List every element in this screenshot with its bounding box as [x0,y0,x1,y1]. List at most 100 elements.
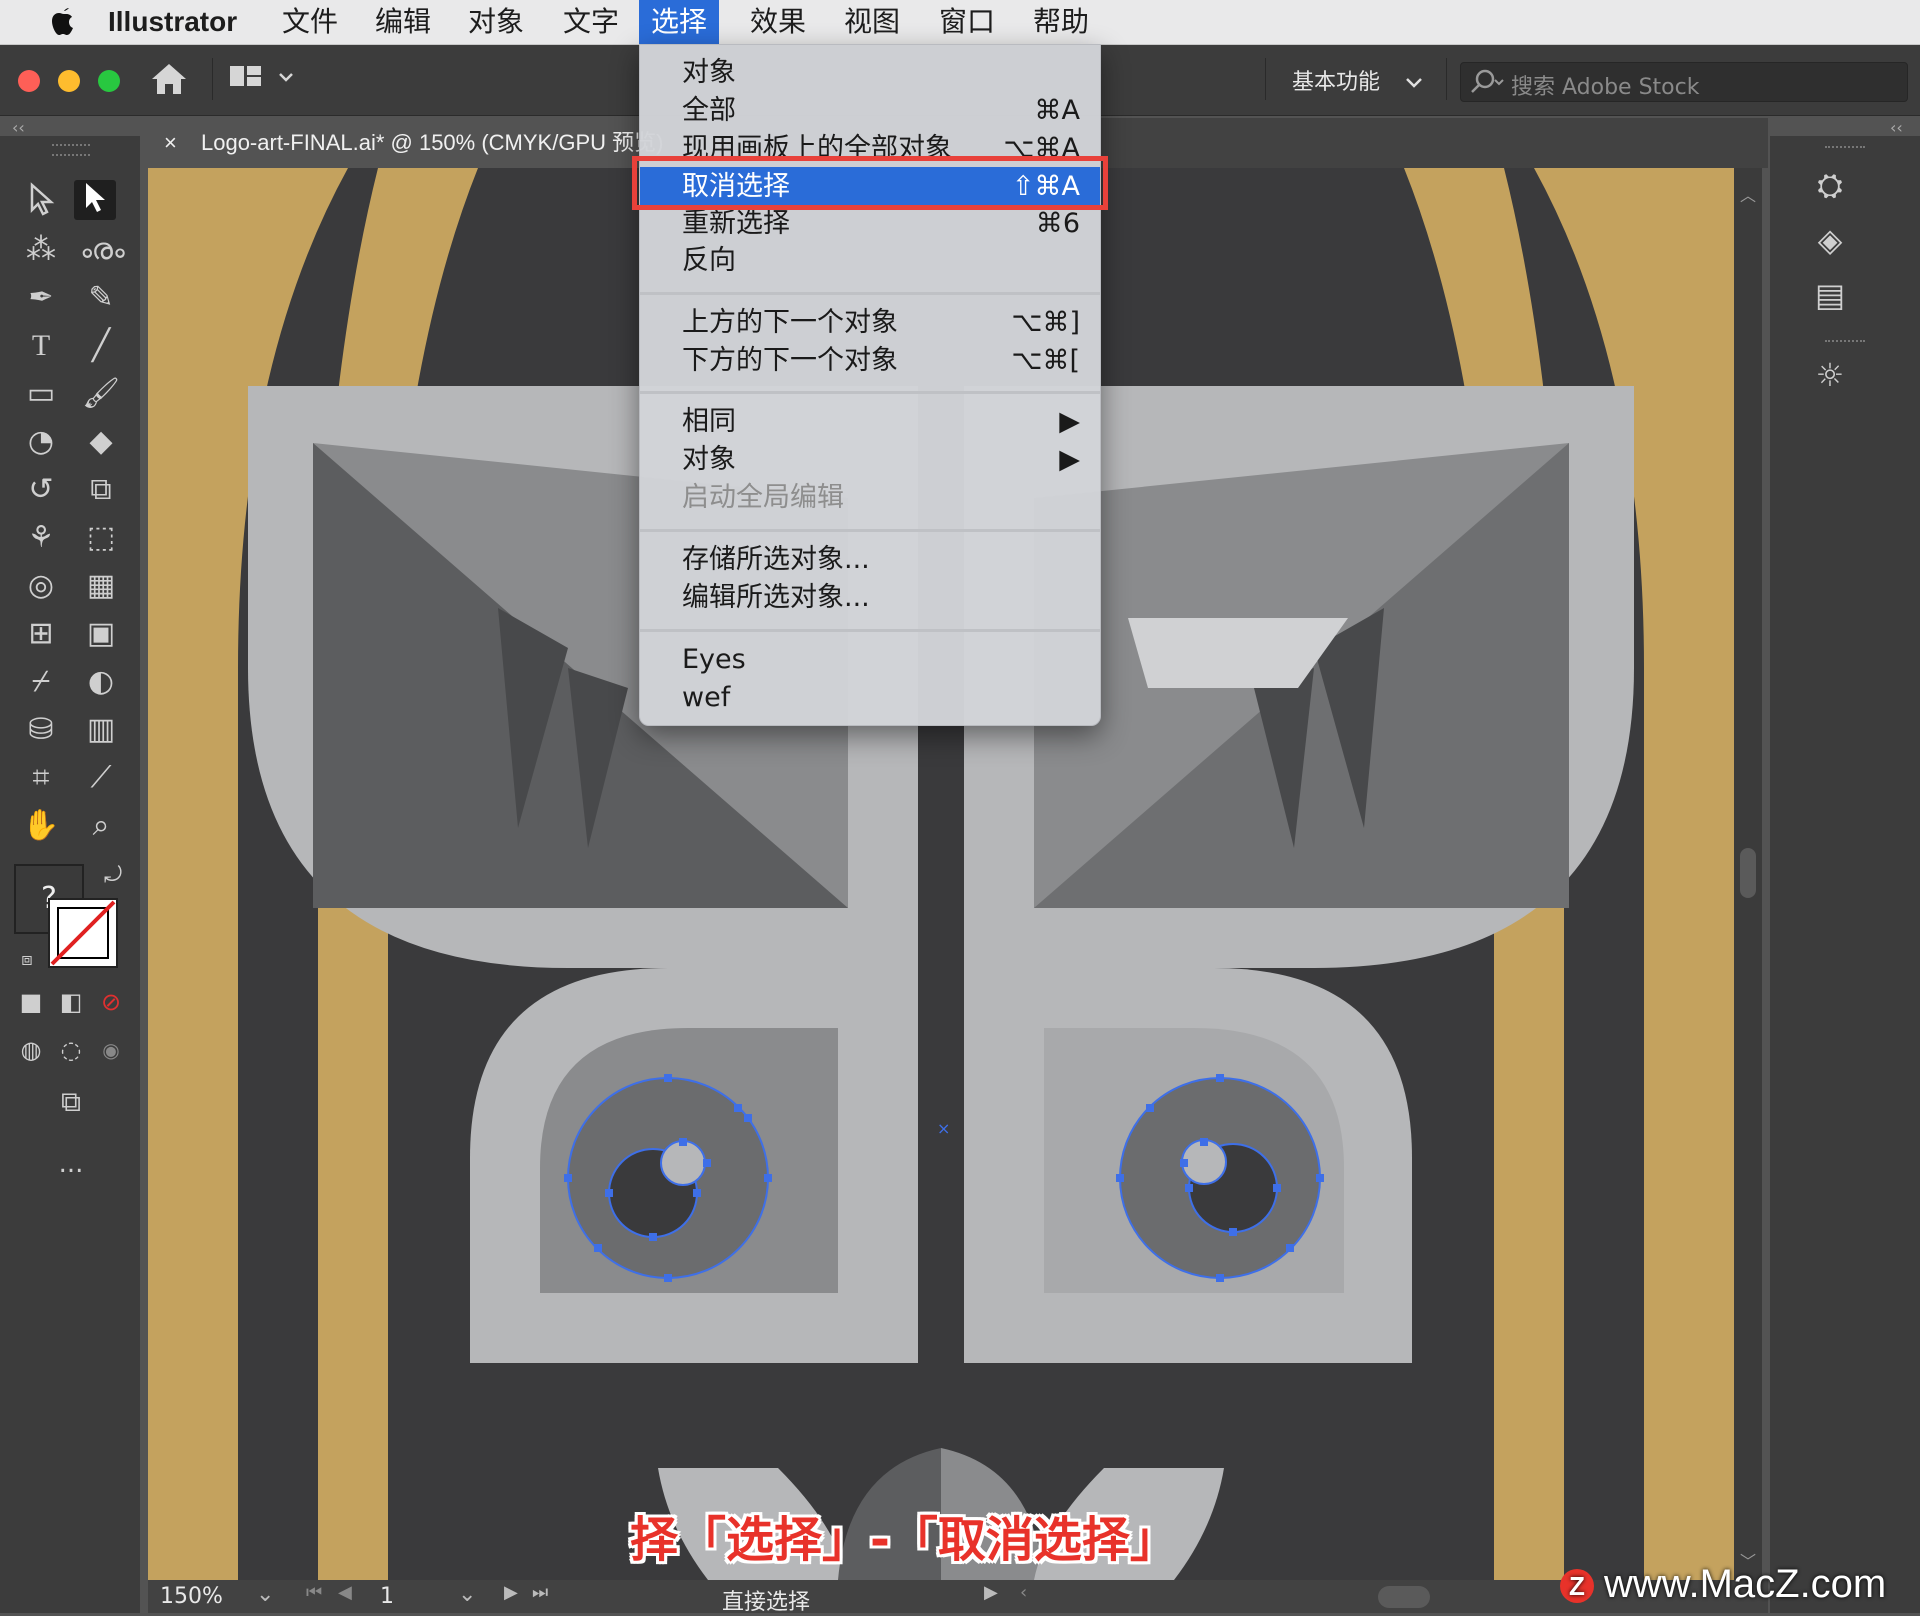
gradient-mode-icon[interactable]: ◧ [50,982,92,1022]
mac-menubar: Illustrator 文件 编辑 对象 文字 选择 效果 视图 窗口 帮助 [0,0,1920,45]
zoom-dropdown-icon[interactable]: ⌄ [256,1582,274,1607]
blend-tool-icon[interactable]: ◐ [80,662,122,702]
collapse-panels-icon[interactable]: ‹‹ [1890,118,1903,137]
width-tool-icon[interactable]: ⚘ [20,518,62,558]
previous-artboard-icon[interactable]: ◀ [338,1582,352,1603]
pen-tool-icon[interactable]: ✒ [20,278,62,318]
screen-mode-icon[interactable]: ⧉ [50,1082,92,1122]
shape-builder-tool-icon[interactable]: ◎ [20,566,62,606]
menu-item-next-object-above[interactable]: 上方的下一个对象 ⌥⌘] [640,304,1100,342]
close-window-button[interactable] [18,70,40,92]
artboard-tool-icon[interactable]: ⌗ [20,758,62,798]
magic-wand-tool-icon[interactable]: ⁂ [20,230,62,270]
vertical-scrollbar[interactable]: ︿ ﹀ [1734,168,1762,1580]
stroke-swatch-none[interactable] [48,898,118,968]
next-artboard-icon[interactable]: ▶ [504,1582,518,1603]
menu-edit[interactable]: 编辑 [363,0,443,44]
paintbrush-tool-icon[interactable]: 🖌 [80,374,122,414]
menu-file[interactable]: 文件 [270,0,350,44]
adobe-stock-search-input[interactable]: 搜索 Adobe Stock [1460,62,1908,102]
menu-item-object[interactable]: 对象 [640,54,1100,92]
workspace-switcher[interactable]: 基本功能 [1292,64,1423,96]
collapse-toolbar-icon[interactable]: ‹‹ [12,118,25,137]
free-transform-tool-icon[interactable]: ⬚ [80,518,122,558]
gradient-tool-icon[interactable]: ▣ [80,614,122,654]
document-tab[interactable]: × Logo-art-FINAL.ai* @ 150% (CMYK/GPU 预览… [148,118,682,168]
menu-view[interactable]: 视图 [832,0,912,44]
zoom-window-button[interactable] [98,70,120,92]
perspective-grid-tool-icon[interactable]: ▦ [80,566,122,606]
apple-menu-icon[interactable] [38,0,90,44]
column-graph-tool-icon[interactable]: ▥ [80,710,122,750]
menu-item-inverse[interactable]: 反向 [640,242,1100,280]
swap-fill-stroke-icon[interactable]: ⤾ [92,856,134,896]
scroll-thumb[interactable] [1740,848,1756,898]
home-icon[interactable] [150,62,188,104]
menu-item-saved-selection-eyes[interactable]: Eyes [640,641,1100,679]
first-artboard-icon[interactable]: ⏮ [306,1582,322,1603]
draw-normal-icon[interactable]: ◍ [10,1030,52,1070]
eyedropper-tool-icon[interactable]: ⌿ [20,662,62,702]
zoom-level[interactable]: 150% [160,1584,223,1609]
menu-object[interactable]: 对象 [456,0,536,44]
close-tab-icon[interactable]: × [164,130,177,155]
menu-item-saved-selection-wef[interactable]: wef [640,679,1100,717]
horizontal-scroll-thumb[interactable] [1378,1586,1430,1608]
menu-item-select-all[interactable]: 全部 ⌘A [640,92,1100,130]
right-panel-dock: ⛭ ◈ ▤ ☼ [1770,136,1920,1613]
scroll-up-icon[interactable]: ︿ [1740,182,1756,206]
selection-tool-icon[interactable] [20,182,62,222]
last-artboard-icon[interactable]: ⏭ [532,1582,548,1603]
color-mode-icon[interactable]: ■ [10,982,52,1022]
direct-selection-tool-icon[interactable] [74,180,116,220]
menu-item-reselect[interactable]: 重新选择 ⌘6 [640,205,1100,243]
draw-behind-icon[interactable]: ◌ [50,1030,92,1070]
arrange-documents-icon[interactable] [228,62,298,100]
menu-item-edit-selection[interactable]: 编辑所选对象... [640,579,1100,617]
eraser-tool-icon[interactable]: ◆ [80,422,122,462]
menu-type[interactable]: 文字 [551,0,631,44]
panel-grip[interactable] [1825,340,1865,348]
menu-item-object-submenu[interactable]: 对象 ▶ [640,441,1100,479]
submenu-arrow-icon: ▶ [1059,406,1080,437]
line-segment-tool-icon[interactable]: ╱ [80,326,122,366]
svg-text:×: × [937,1119,950,1138]
lasso-tool-icon[interactable]: ൟ [80,230,125,270]
status-menu-icon[interactable]: ▶ [984,1582,998,1603]
symbol-sprayer-tool-icon[interactable]: ⛁ [20,710,62,750]
menu-window[interactable]: 窗口 [927,0,1007,44]
separator [212,58,213,100]
menu-effect[interactable]: 效果 [738,0,818,44]
slice-tool-icon[interactable]: ⟋ [80,758,122,798]
mesh-tool-icon[interactable]: ⊞ [20,614,62,654]
shaper-tool-icon[interactable]: ◔ [20,422,62,462]
artboard-number[interactable]: 1 [380,1584,394,1609]
current-tool-label: 直接选择 [722,1590,811,1615]
zoom-tool-icon[interactable]: ⌕ [80,806,122,846]
artboard-dropdown-icon[interactable]: ⌄ [458,1582,476,1607]
appearance-panel-icon[interactable]: ☼ [1805,356,1855,400]
menu-item-save-selection[interactable]: 存储所选对象... [640,541,1100,579]
default-fill-stroke-icon[interactable]: ⧈ [6,940,48,980]
libraries-panel-icon[interactable]: ▤ [1805,276,1855,320]
menu-item-same-submenu[interactable]: 相同 ▶ [640,403,1100,441]
toolbar-grip[interactable] [52,144,90,156]
menu-help[interactable]: 帮助 [1021,0,1101,44]
hand-tool-icon[interactable]: ✋ [20,806,62,846]
rotate-tool-icon[interactable]: ↺ [20,470,62,510]
menu-item-next-object-below[interactable]: 下方的下一个对象 ⌥⌘[ [640,342,1100,380]
rectangle-tool-icon[interactable]: ▭ [20,374,62,414]
none-mode-icon[interactable]: ⊘ [90,982,132,1022]
menu-select[interactable]: 选择 [639,0,720,44]
draw-inside-icon[interactable]: ◉ [90,1030,132,1070]
scroll-left-icon[interactable]: ‹ [1020,1582,1027,1603]
layers-panel-icon[interactable]: ◈ [1805,221,1855,265]
minimize-window-button[interactable] [58,70,80,92]
properties-panel-icon[interactable]: ⛭ [1805,166,1855,210]
type-tool-icon[interactable]: T [20,326,62,366]
curvature-tool-icon[interactable]: ✎ [80,278,122,318]
app-menu-illustrator[interactable]: Illustrator [96,0,249,44]
edit-toolbar-icon[interactable]: ... [50,1144,92,1184]
panel-grip[interactable] [1825,146,1865,154]
scale-tool-icon[interactable]: ⧉ [80,470,122,510]
